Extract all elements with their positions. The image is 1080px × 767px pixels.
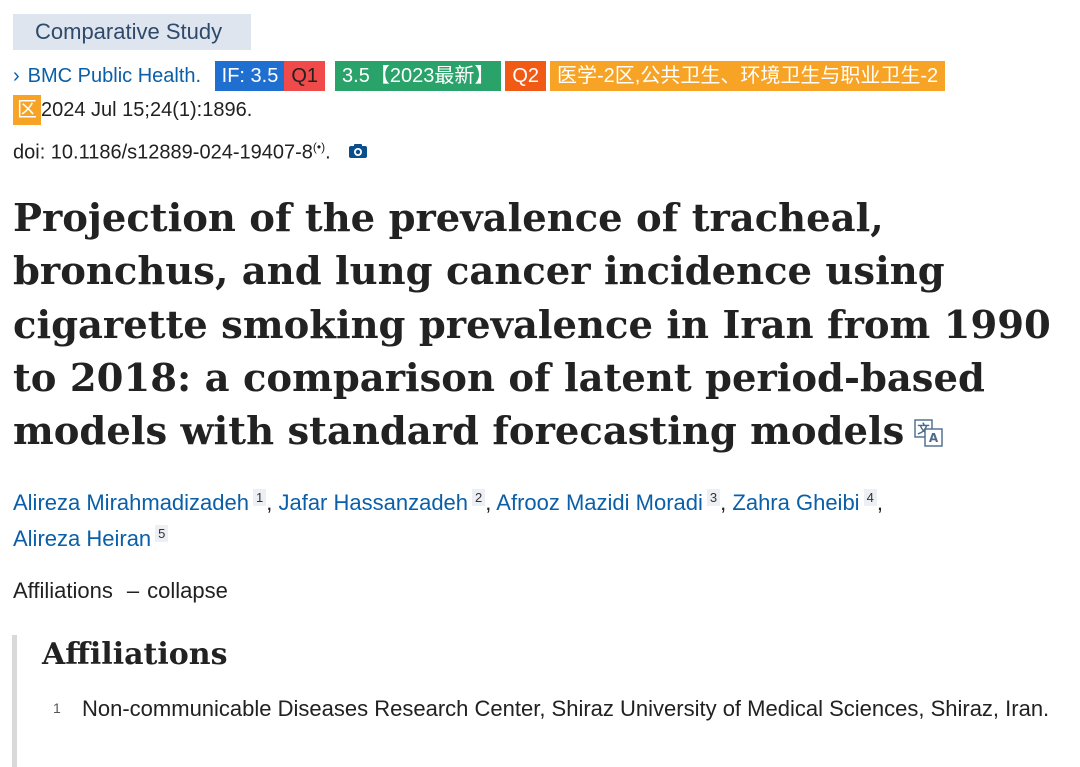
article-title-text: Projection of the prevalence of tracheal… [13, 196, 1051, 455]
doi-text[interactable]: doi: 10.1186/s12889-024-19407-8 [13, 142, 313, 164]
article-title: Projection of the prevalence of tracheal… [13, 192, 1063, 461]
camera-icon[interactable] [348, 138, 368, 168]
article-type-badge: Comparative Study [13, 14, 251, 50]
collapse-link[interactable]: collapse [147, 578, 228, 603]
affiliations-toggle-label: Affiliations [13, 578, 113, 603]
author-separator: , [485, 490, 497, 515]
dash: – [126, 578, 140, 603]
jcr-tag: 3.5【2023最新】 [335, 61, 502, 91]
translate-icon[interactable]: 文 A [914, 408, 944, 461]
author-link[interactable]: Alireza Heiran [13, 526, 151, 551]
quartile-tag: Q1 [284, 61, 326, 91]
signal-icon: (•) [312, 140, 326, 154]
author-separator: , [876, 490, 883, 515]
author-link[interactable]: Zahra Gheibi [732, 490, 859, 515]
impact-factor-tag: IF: 3.5 [214, 61, 286, 91]
author-link[interactable]: Afrooz Mazidi Moradi [496, 490, 703, 515]
author-link[interactable]: Alireza Mirahmadizadeh [13, 490, 249, 515]
author-list: Alireza Mirahmadizadeh 1, Jafar Hassanzad… [13, 485, 1063, 557]
doi-period: . [325, 141, 331, 164]
affiliation-item: 1 Non-communicable Diseases Research Cen… [53, 691, 1053, 726]
author-separator: , [720, 490, 733, 515]
author-separator: , [266, 490, 279, 515]
affiliation-ref[interactable]: 3 [706, 488, 721, 506]
affiliation-ref[interactable]: 5 [155, 524, 169, 542]
svg-text:A: A [929, 431, 939, 445]
affiliation-ref[interactable]: 4 [863, 488, 877, 506]
citation-line: › BMC Public Health. IF: 3.5 Q1 3.5【2023最新】… [13, 61, 946, 91]
affiliation-ref[interactable]: 2 [472, 488, 486, 506]
cas-category-tag: 医学-2区,公共卫生、环境卫生与职业卫生-2 [550, 61, 946, 91]
affiliation-text: Non-communicable Diseases Research Cente… [82, 696, 1050, 721]
affiliation-number: 1 [53, 700, 61, 716]
affiliation-ref[interactable]: 1 [253, 488, 267, 506]
affiliations-panel: Affiliations 1 Non-communicable Diseases… [12, 635, 1067, 767]
cas-quartile-tag: Q2 [505, 61, 547, 91]
citation-line-2: 区 2024 Jul 15;24(1):1896. [13, 95, 252, 125]
chevron-right-icon[interactable]: › [13, 65, 20, 87]
affiliations-heading: Affiliations [42, 637, 228, 672]
affiliations-toggle[interactable]: Affiliations – collapse [13, 575, 228, 607]
doi-line: doi: 10.1186/s12889-024-19407-8(•). [13, 132, 368, 168]
date-volume: 2024 Jul 15;24(1):1896. [41, 99, 253, 121]
author-link[interactable]: Jafar Hassanzadeh [278, 490, 468, 515]
cas-category-tag-cont: 区 [13, 95, 41, 125]
journal-link[interactable]: BMC Public Health. [28, 65, 201, 87]
